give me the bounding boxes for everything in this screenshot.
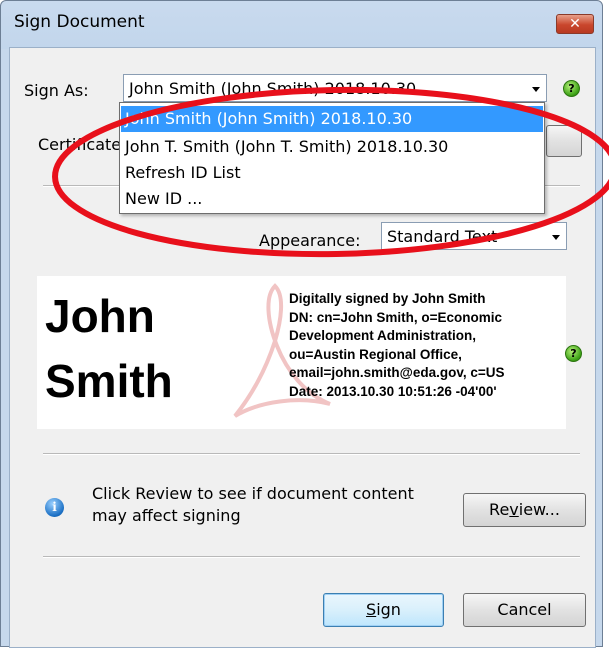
chevron-down-icon[interactable] — [546, 223, 566, 249]
chevron-down-icon[interactable] — [526, 75, 546, 101]
close-icon: ✕ — [569, 16, 581, 32]
signature-preview: John Smith Digitally signed by John Smit… — [37, 276, 566, 429]
appearance-label: Appearance: — [259, 231, 361, 250]
separator — [43, 556, 580, 558]
appearance-select[interactable]: Standard Text — [381, 222, 567, 250]
sign-document-dialog: Sign Document ✕ Sign As: John Smith (Joh… — [0, 0, 603, 648]
review-text-line1: Click Review to see if document content — [92, 484, 414, 503]
help-icon[interactable]: ? — [563, 80, 580, 97]
close-button[interactable]: ✕ — [556, 14, 594, 34]
cancel-button[interactable]: Cancel — [463, 593, 586, 627]
help-icon[interactable]: ? — [565, 345, 582, 362]
signature-detail-line: Digitally signed by John Smith — [289, 291, 486, 306]
signature-name-line2: Smith — [45, 355, 173, 407]
title-bar[interactable]: Sign Document ✕ — [1, 1, 602, 47]
sign-as-value: John Smith (John Smith) 2018.10.30 — [129, 79, 417, 98]
signature-name-line1: John — [45, 290, 155, 342]
signature-detail-line: ou=Austin Regional Office, — [289, 346, 462, 362]
sign-as-dropdown-list[interactable]: John Smith (John Smith) 2018.10.30 John … — [119, 102, 545, 214]
info-icon: i — [45, 498, 64, 517]
review-button[interactable]: Review... — [463, 493, 586, 527]
sign-as-select[interactable]: John Smith (John Smith) 2018.10.30 — [123, 74, 547, 102]
signature-details: Digitally signed by John Smith DN: cn=Jo… — [289, 290, 504, 401]
signature-detail-line: Development Administration, — [289, 328, 477, 343]
certificate-label: Certificate — [38, 135, 122, 154]
signature-detail-line: Date: 2013.10.30 10:51:26 -04'00' — [289, 383, 497, 399]
signature-detail-line: email=john.smith@eda.gov, c=US — [289, 365, 505, 380]
separator — [43, 453, 580, 455]
dropdown-option-refresh[interactable]: Refresh ID List — [121, 160, 543, 186]
window-title: Sign Document — [14, 12, 145, 32]
sign-as-label: Sign As: — [24, 81, 89, 100]
signature-detail-line: DN: cn=John Smith, o=Economic — [289, 309, 503, 325]
appearance-value: Standard Text — [387, 227, 498, 246]
review-text-line2: may affect signing — [92, 506, 241, 525]
dropdown-option[interactable]: John T. Smith (John T. Smith) 2018.10.30 — [121, 134, 543, 160]
sign-button[interactable]: Sign — [323, 593, 444, 627]
dropdown-option-selected[interactable]: John Smith (John Smith) 2018.10.30 — [121, 106, 543, 132]
dropdown-option-new-id[interactable]: New ID ... — [121, 186, 543, 212]
certificate-details-button[interactable] — [546, 125, 582, 157]
